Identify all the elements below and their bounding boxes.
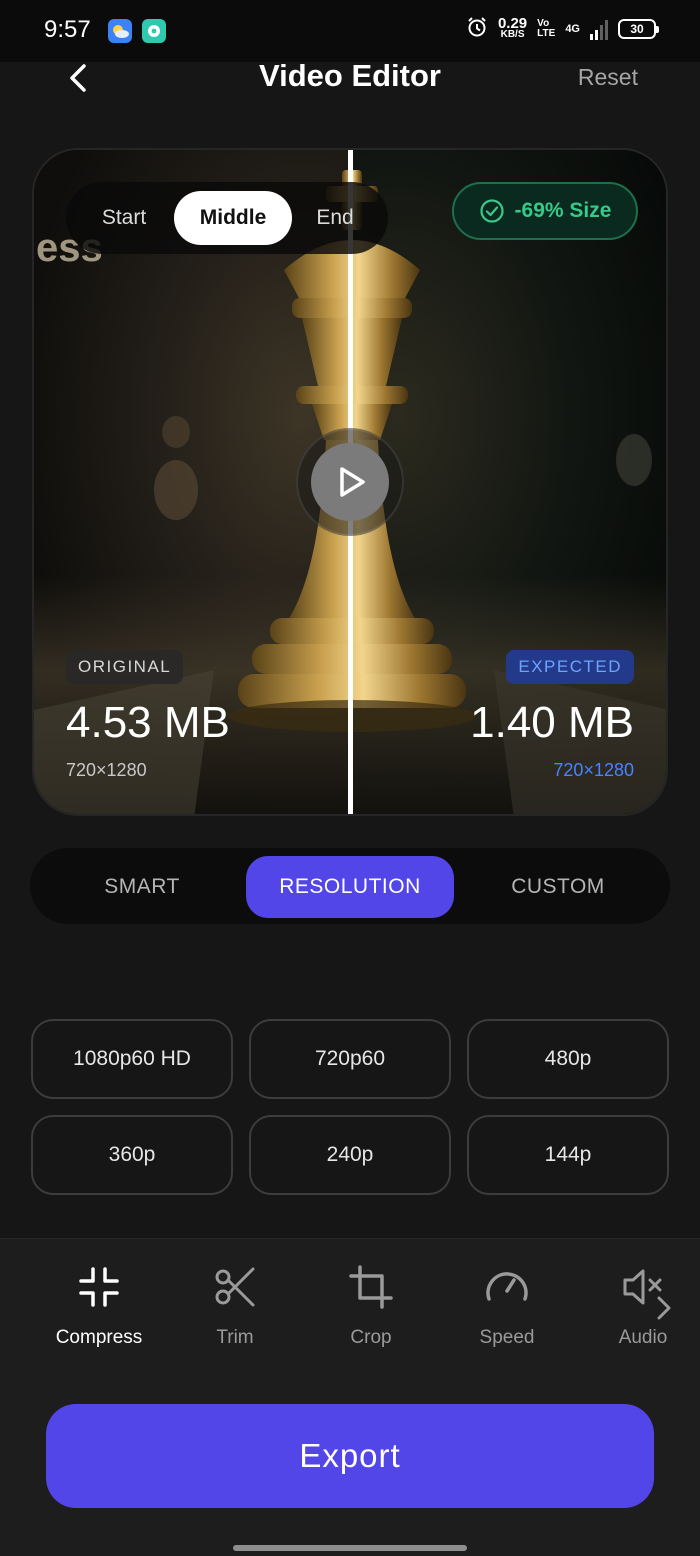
expected-size: 1.40 MB xyxy=(470,698,634,747)
tab-smart[interactable]: SMART xyxy=(44,856,240,918)
resolution-option-720p60[interactable]: 720p60 xyxy=(249,1019,451,1099)
expected-resolution: 720×1280 xyxy=(553,760,634,780)
size-reduction-label: -69% Size xyxy=(514,199,612,222)
check-circle-icon xyxy=(479,199,504,223)
play-icon xyxy=(340,467,365,497)
tool-trim[interactable]: Trim xyxy=(170,1261,300,1349)
weather-app-icon xyxy=(108,19,132,43)
tool-label-speed: Speed xyxy=(479,1327,535,1348)
original-size: 4.53 MB xyxy=(66,698,230,747)
signal-icon xyxy=(590,18,608,40)
tab-custom[interactable]: CUSTOM xyxy=(460,856,656,918)
chat-app-icon xyxy=(142,19,166,43)
tool-label-crop: Crop xyxy=(350,1327,392,1348)
compress-icon xyxy=(73,1261,125,1313)
scissors-icon xyxy=(209,1261,261,1313)
battery-level: 30 xyxy=(630,21,644,36)
resolution-option-480p[interactable]: 480p xyxy=(467,1019,669,1099)
tool-bar: Compress Trim Crop Speed Audio xyxy=(0,1238,700,1556)
tool-label-audio: Audio xyxy=(618,1327,668,1348)
back-button[interactable] xyxy=(56,56,100,100)
tool-crop[interactable]: Crop xyxy=(306,1261,436,1349)
home-indicator[interactable] xyxy=(233,1545,467,1551)
chevron-right-icon[interactable] xyxy=(654,1294,674,1327)
position-option-middle[interactable]: Middle xyxy=(174,191,292,245)
resolution-option-1080p60[interactable]: 1080p60 HD xyxy=(31,1019,233,1099)
original-tag: ORIGINAL xyxy=(66,650,184,684)
position-option-end[interactable]: End xyxy=(304,191,366,245)
original-resolution: 720×1280 xyxy=(66,760,147,780)
volte-indicator: Vo LTE xyxy=(537,17,556,39)
tool-audio[interactable]: Audio xyxy=(578,1261,700,1349)
video-preview[interactable]: ess Start Middle End -69% Size ORIGINAL … xyxy=(32,148,668,816)
compression-mode-tabs: SMART RESOLUTION CUSTOM xyxy=(30,848,670,924)
crop-icon xyxy=(345,1261,397,1313)
network-speed-unit: KB/S xyxy=(500,28,525,40)
tool-compress[interactable]: Compress xyxy=(34,1261,164,1349)
tool-speed[interactable]: Speed xyxy=(442,1261,572,1349)
expected-tag: EXPECTED xyxy=(506,650,634,684)
battery-icon: 30 xyxy=(618,18,659,39)
volte-bottom: LTE xyxy=(537,27,556,39)
network-type: 4G xyxy=(565,22,580,35)
resolution-option-240p[interactable]: 240p xyxy=(249,1115,451,1195)
status-bar: 9:57 0.29 KB/S Vo LTE 4G 30 xyxy=(0,0,700,62)
export-button[interactable]: Export xyxy=(46,1404,654,1508)
play-button[interactable] xyxy=(311,443,389,521)
network-speed: 0.29 KB/S xyxy=(497,14,528,40)
tab-resolution[interactable]: RESOLUTION xyxy=(246,856,454,918)
volte-top: Vo xyxy=(537,17,550,29)
speedometer-icon xyxy=(481,1261,533,1313)
tool-label-trim: Trim xyxy=(216,1327,254,1348)
network-speed-value: 0.29 xyxy=(497,14,528,32)
resolution-option-144p[interactable]: 144p xyxy=(467,1115,669,1195)
status-time: 9:57 xyxy=(44,16,91,43)
status-indicators: 0.29 KB/S Vo LTE 4G 30 xyxy=(466,14,659,41)
chevron-left-icon xyxy=(70,64,86,92)
alarm-icon xyxy=(466,16,488,41)
position-option-start[interactable]: Start xyxy=(84,191,164,245)
size-reduction-badge: -69% Size xyxy=(452,182,638,240)
video-editor-screen: 9:57 0.29 KB/S Vo LTE 4G 30 Video Editor… xyxy=(0,0,700,1556)
resolution-option-360p[interactable]: 360p xyxy=(31,1115,233,1195)
reset-button[interactable]: Reset xyxy=(578,64,638,91)
position-toggle: Start Middle End xyxy=(66,182,388,254)
tool-label-compress: Compress xyxy=(55,1327,143,1348)
